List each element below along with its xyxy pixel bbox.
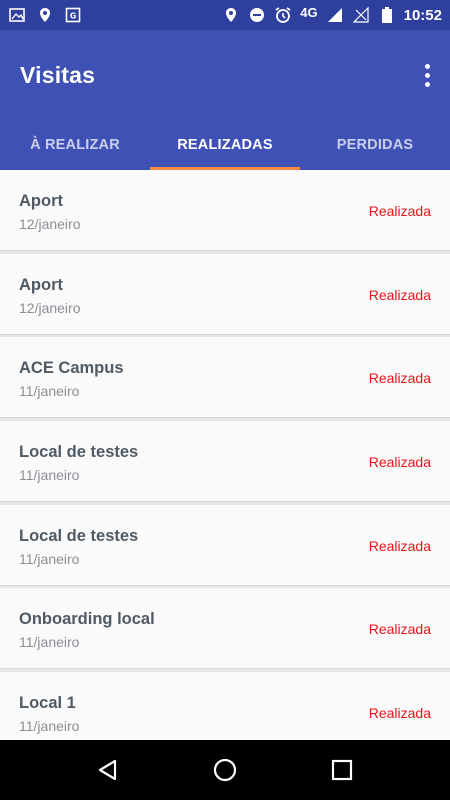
tab-a-realizar[interactable]: À REALIZAR <box>0 120 150 170</box>
page-title: Visitas <box>20 62 96 88</box>
visit-name: Local de testes <box>19 443 139 462</box>
clock: 10:52 <box>403 6 442 24</box>
visit-card[interactable]: Aport 12/janeiro Realizada <box>0 170 450 251</box>
visit-status: Realizada <box>368 454 431 471</box>
visit-date: 11/janeiro <box>19 718 80 735</box>
visit-date: 11/janeiro <box>19 383 80 400</box>
svg-text:G: G <box>70 12 77 21</box>
back-icon[interactable] <box>88 750 128 790</box>
tab-label: REALIZADAS <box>177 137 273 153</box>
visit-card[interactable]: ACE Campus 11/janeiro Realizada <box>0 337 450 419</box>
tab-bar: À REALIZAR REALIZADAS PERDIDAS <box>0 120 450 170</box>
visit-card[interactable]: Local de testes 11/janeiro Realizada <box>0 421 450 503</box>
do-not-disturb-icon <box>248 6 266 24</box>
visit-date: 11/janeiro <box>19 467 80 484</box>
notification-icons: G <box>8 6 82 24</box>
status-bar: G 4G 10:52 <box>0 0 450 30</box>
recents-icon[interactable] <box>322 750 362 790</box>
image-icon <box>8 6 26 24</box>
home-icon[interactable] <box>205 750 245 790</box>
visit-card[interactable]: Local de testes 11/janeiro Realizada <box>0 504 450 586</box>
app-icon: G <box>64 6 82 24</box>
visit-status: Realizada <box>368 621 431 638</box>
visit-name: Local de testes <box>19 526 139 545</box>
visit-card[interactable]: Aport 12/janeiro Realizada <box>0 253 450 335</box>
visit-status: Realizada <box>368 203 431 219</box>
visit-status: Realizada <box>368 286 431 303</box>
battery-icon <box>378 6 396 24</box>
more-vert-icon[interactable] <box>418 60 436 90</box>
visit-name: Onboarding local <box>19 610 155 629</box>
visit-card[interactable]: Local 1 11/janeiro Realizada <box>0 672 450 740</box>
alarm-icon <box>274 6 292 24</box>
visit-date: 11/janeiro <box>19 550 80 567</box>
location-icon <box>36 6 54 24</box>
tab-realizadas[interactable]: REALIZADAS <box>150 120 300 170</box>
system-icons: 4G 10:52 <box>222 4 442 24</box>
visit-name: ACE Campus <box>19 359 124 378</box>
signal-icon <box>326 6 344 24</box>
visit-list[interactable]: Aport 12/janeiro Realizada Aport 12/jane… <box>0 170 450 740</box>
tab-label: PERDIDAS <box>336 137 414 153</box>
visit-name: Local 1 <box>19 694 76 713</box>
visit-date: 11/janeiro <box>19 634 80 651</box>
network-type: 4G <box>300 4 318 20</box>
visit-status: Realizada <box>368 705 431 722</box>
app-bar: Visitas À REALIZAR REALIZADAS PERDIDAS <box>0 30 450 170</box>
system-nav-bar <box>0 740 450 800</box>
location-icon <box>222 6 240 24</box>
visit-card[interactable]: Onboarding local 11/janeiro Realizada <box>0 588 450 670</box>
visit-name: Aport <box>19 275 63 294</box>
visit-date: 12/janeiro <box>19 299 81 316</box>
visit-status: Realizada <box>368 370 431 387</box>
signal-empty-icon <box>352 6 370 24</box>
tab-label: À REALIZAR <box>30 137 120 153</box>
visit-status: Realizada <box>368 537 431 554</box>
visit-date: 12/janeiro <box>19 216 81 232</box>
visit-name: Aport <box>19 192 63 210</box>
tab-perdidas[interactable]: PERDIDAS <box>300 120 450 170</box>
